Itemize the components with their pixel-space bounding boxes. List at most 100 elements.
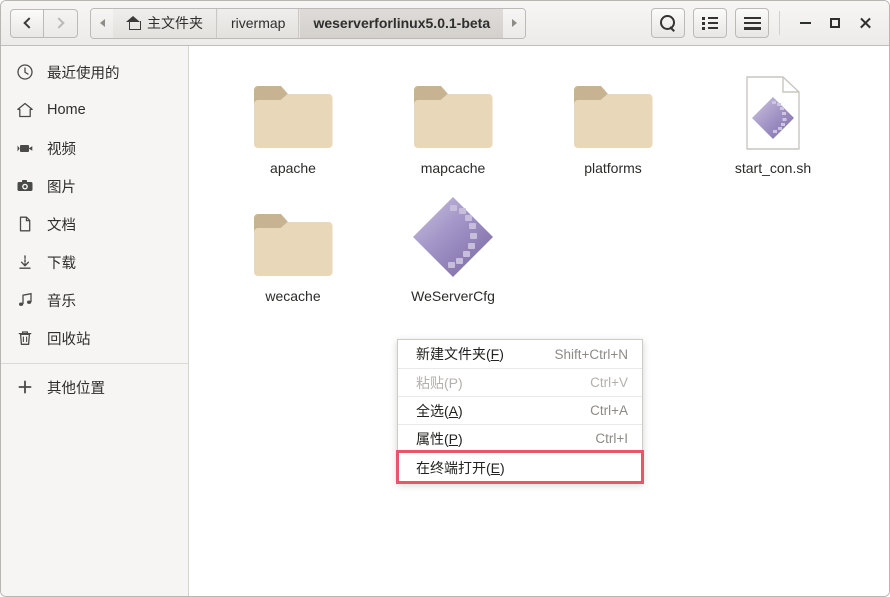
file-item[interactable]: mapcache	[373, 58, 533, 186]
sidebar-item-label: 下载	[47, 255, 76, 272]
sidebar-item-pictures[interactable]: 图片	[1, 167, 188, 205]
file-manager-window: 主文件夹 rivermap weserverforlinux5.0.1-beta	[0, 0, 890, 597]
sidebar-item-other-locations[interactable]: 其他位置	[1, 368, 188, 406]
breadcrumb-item-current[interactable]: weserverforlinux5.0.1-beta	[299, 8, 504, 38]
forward-button[interactable]	[44, 8, 78, 38]
plus-icon	[15, 378, 34, 397]
breadcrumb-label: rivermap	[231, 15, 286, 31]
file-label: wecache	[265, 288, 321, 304]
triangle-right-icon	[511, 19, 517, 27]
breadcrumb: 主文件夹 rivermap weserverforlinux5.0.1-beta	[90, 7, 527, 39]
navigation-buttons	[10, 8, 78, 38]
file-item[interactable]: apache	[213, 58, 373, 186]
main-menu-button[interactable]	[735, 8, 769, 38]
file-label: start_con.sh	[734, 160, 812, 176]
file-grid-area[interactable]: apache mapcache platforms start_con.sh w…	[189, 46, 889, 596]
file-label: WeServerCfg	[411, 288, 495, 304]
file-item[interactable]: WeServerCfg	[373, 186, 533, 314]
executable-icon	[410, 194, 496, 280]
header-divider	[779, 11, 780, 35]
sidebar-item-label: 最近使用的	[47, 65, 120, 82]
breadcrumb-scroll-left[interactable]	[91, 8, 113, 38]
folder-icon	[249, 194, 337, 280]
minimize-button[interactable]	[790, 8, 820, 38]
sidebar-divider	[1, 363, 188, 364]
close-button[interactable]	[850, 8, 880, 38]
folder-icon	[569, 66, 657, 152]
sidebar-item-downloads[interactable]: 下载	[1, 243, 188, 281]
menu-item-accelerator: Ctrl+I	[595, 431, 628, 446]
trash-icon	[15, 329, 34, 348]
file-item[interactable]: start_con.sh	[693, 58, 853, 186]
context-menu: 新建文件夹(F) Shift+Ctrl+N 粘贴(P) Ctrl+V 全选(A)…	[396, 339, 644, 484]
sidebar-item-recent[interactable]: 最近使用的	[1, 53, 188, 91]
sidebar-item-home[interactable]: Home	[1, 91, 188, 129]
sidebar-item-music[interactable]: 音乐	[1, 281, 188, 319]
menu-item-new-folder[interactable]: 新建文件夹(F) Shift+Ctrl+N	[398, 340, 642, 368]
sidebar-item-label: 图片	[47, 179, 76, 196]
menu-item-select-all[interactable]: 全选(A) Ctrl+A	[398, 396, 642, 424]
breadcrumb-item-rivermap[interactable]: rivermap	[217, 8, 300, 38]
menu-item-label: 粘贴(P	[416, 374, 458, 391]
sidebar-item-label: 其他位置	[47, 380, 105, 397]
menu-item-mnemonic: P	[448, 430, 459, 447]
menu-item-accelerator: Shift+Ctrl+N	[554, 346, 628, 362]
menu-item-label: 全选(	[416, 402, 449, 419]
menu-item-accelerator: Ctrl+A	[590, 403, 628, 418]
maximize-icon	[830, 18, 840, 28]
chevron-left-icon	[22, 17, 35, 29]
sidebar-item-documents[interactable]: 文档	[1, 205, 188, 243]
window-body: 最近使用的 Home 视频 图片 文档 下载 音乐 回收站 其他位置 apach…	[1, 46, 889, 596]
folder-icon	[409, 66, 497, 152]
menu-item-mnemonic: E	[490, 459, 501, 476]
menu-item-paste: 粘贴(P) Ctrl+V	[398, 368, 642, 396]
hamburger-menu-icon	[743, 16, 761, 30]
back-button[interactable]	[10, 8, 44, 38]
sidebar-item-label: 文档	[47, 217, 76, 234]
home-icon	[15, 101, 34, 120]
menu-item-properties[interactable]: 属性(P) Ctrl+I	[398, 424, 642, 452]
menu-item-mnemonic: A	[448, 402, 459, 419]
download-arrow-icon	[15, 253, 34, 272]
sidebar-item-label: 音乐	[47, 293, 76, 310]
file-label: mapcache	[420, 160, 486, 176]
file-grid: apache mapcache platforms start_con.sh w…	[189, 46, 889, 314]
sidebar: 最近使用的 Home 视频 图片 文档 下载 音乐 回收站 其他位置	[1, 46, 189, 596]
camera-icon	[15, 177, 34, 196]
sidebar-item-trash[interactable]: 回收站	[1, 319, 188, 357]
search-icon	[660, 15, 676, 31]
file-item[interactable]: platforms	[533, 58, 693, 186]
music-note-icon	[15, 291, 34, 310]
menu-item-label: 在终端打开(	[416, 459, 491, 476]
menu-item-mnemonic: F	[490, 346, 500, 362]
breadcrumb-item-home[interactable]: 主文件夹	[113, 8, 217, 38]
sidebar-item-label: Home	[47, 102, 86, 118]
list-view-icon	[701, 16, 719, 30]
menu-item-open-in-terminal[interactable]: 在终端打开(E)	[396, 450, 644, 484]
chevron-right-icon	[53, 17, 65, 29]
file-item[interactable]: wecache	[213, 186, 373, 314]
triangle-left-icon	[99, 19, 105, 27]
toolbar-buttons	[651, 8, 769, 38]
breadcrumb-label: 主文件夹	[147, 15, 203, 31]
sidebar-item-label: 回收站	[47, 331, 91, 348]
view-list-button[interactable]	[693, 8, 727, 38]
video-camera-icon	[15, 139, 34, 158]
script-file-icon	[741, 66, 805, 152]
folder-icon	[249, 66, 337, 152]
search-button[interactable]	[651, 8, 685, 38]
sidebar-item-videos[interactable]: 视频	[1, 129, 188, 167]
home-icon	[126, 16, 141, 30]
menu-item-label: 新建文件夹(	[416, 346, 491, 362]
clock-icon	[15, 63, 34, 82]
minimize-icon	[799, 22, 811, 24]
menu-item-accelerator: Ctrl+V	[590, 375, 628, 390]
maximize-button[interactable]	[820, 8, 850, 38]
document-icon	[15, 215, 34, 234]
sidebar-item-label: 视频	[47, 141, 76, 158]
header-bar: 主文件夹 rivermap weserverforlinux5.0.1-beta	[1, 1, 889, 46]
close-icon	[859, 17, 872, 30]
file-label: apache	[270, 160, 316, 176]
breadcrumb-scroll-right[interactable]	[503, 8, 526, 38]
menu-item-label: 属性(	[416, 430, 449, 447]
